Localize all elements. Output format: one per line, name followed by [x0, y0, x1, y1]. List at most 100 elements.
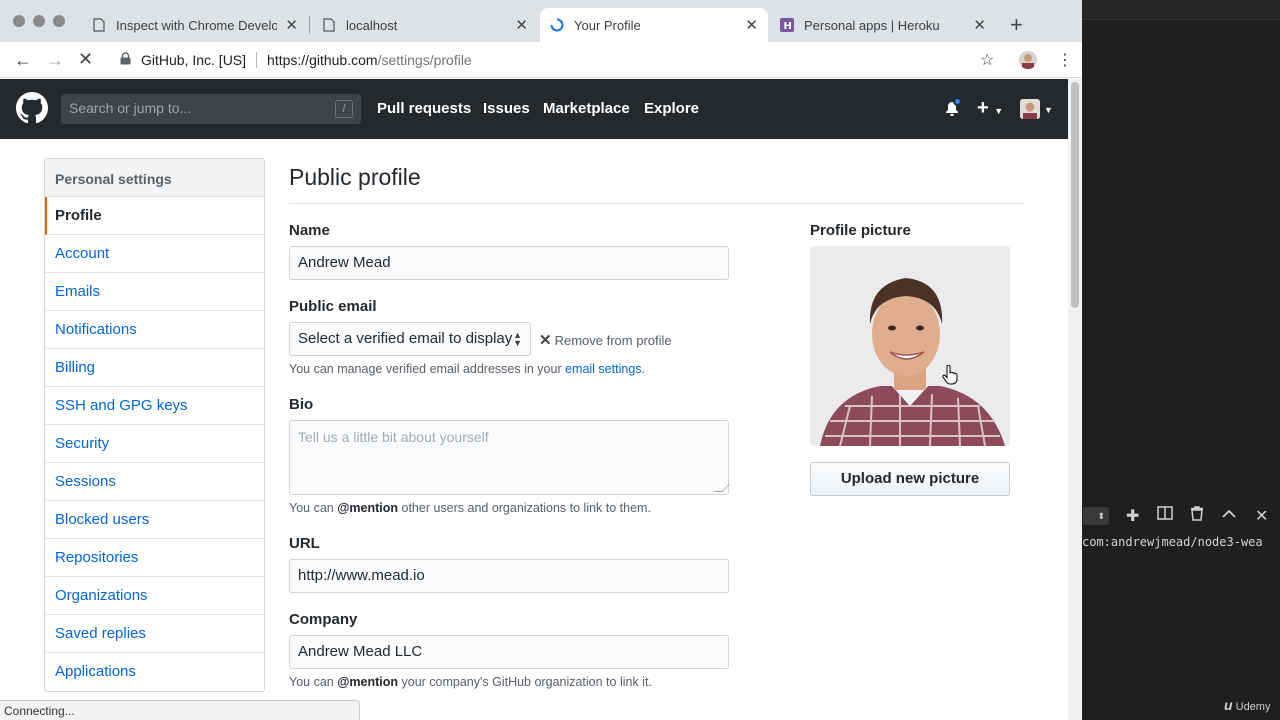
email-settings-link[interactable]: email settings — [565, 362, 641, 376]
tab-title: localhost — [346, 17, 398, 33]
menu-item-saved-replies[interactable]: Saved replies — [45, 615, 264, 653]
add-terminal-icon[interactable]: ✚ — [1126, 506, 1139, 526]
svg-text:H: H — [784, 21, 792, 32]
browser-profile-avatar[interactable] — [1019, 51, 1037, 69]
browser-toolbar: ← → ✕ GitHub, Inc. [US] https://github.c… — [0, 42, 1082, 78]
close-panel-icon[interactable]: ✕ — [1255, 506, 1268, 526]
bio-help-prefix: You can — [289, 501, 338, 515]
menu-item-applications[interactable]: Applications — [45, 653, 264, 691]
email-help-text: You can manage verified email addresses … — [289, 362, 645, 376]
profile-picture-label: Profile picture — [810, 222, 911, 239]
nav-issues[interactable]: Issues — [483, 100, 530, 117]
omnibox-divider — [256, 52, 258, 68]
page-icon — [322, 18, 336, 32]
remove-from-profile-label: Remove from profile — [554, 333, 672, 348]
name-label: Name — [289, 222, 330, 239]
forward-arrow-icon[interactable]: → — [46, 50, 64, 71]
chevron-up-icon[interactable] — [1222, 506, 1236, 524]
profile-form: Public profile — [289, 158, 1024, 204]
page-title: Public profile — [289, 158, 1024, 204]
company-help-suffix: your company's GitHub organization to li… — [398, 675, 652, 689]
nav-marketplace[interactable]: Marketplace — [543, 100, 630, 117]
public-email-selected-value: Select a verified email to display — [298, 330, 513, 347]
bio-placeholder: Tell us a little bit about yourself — [298, 429, 489, 445]
name-input[interactable]: Andrew Mead — [289, 246, 729, 280]
scrollbar-thumb[interactable] — [1071, 82, 1079, 308]
menu-item-emails[interactable]: Emails — [45, 273, 264, 311]
email-help-suffix: . — [641, 362, 646, 376]
remove-from-profile-button[interactable]: ✕ Remove from profile — [539, 331, 672, 349]
resize-handle-icon[interactable] — [714, 484, 730, 492]
public-email-select[interactable]: Select a verified email to display ▲ ▼ — [289, 322, 531, 356]
heroku-icon: H — [780, 18, 794, 32]
url-input[interactable]: http://www.mead.io — [289, 559, 729, 593]
tab-divider — [309, 16, 310, 34]
tab-title: Personal apps | Heroku — [804, 17, 940, 33]
close-tab-icon[interactable]: ✕ — [285, 16, 298, 34]
new-tab-button[interactable]: + — [1010, 12, 1023, 38]
tab-title: Inspect with Chrome Develop — [116, 17, 278, 33]
menu-item-account[interactable]: Account — [45, 235, 264, 273]
public-email-label: Public email — [289, 298, 377, 315]
tab-bar: Inspect with Chrome Develop ✕ localhost … — [0, 0, 1082, 42]
tab-your-profile[interactable]: Your Profile ✕ — [540, 8, 768, 42]
menu-item-organizations[interactable]: Organizations — [45, 577, 264, 615]
terminal-title-bar — [1082, 0, 1280, 20]
url-label: URL — [289, 535, 320, 552]
github-logo-icon[interactable] — [16, 92, 48, 124]
close-tab-icon[interactable]: ✕ — [745, 16, 758, 34]
udemy-logo-icon: u — [1224, 697, 1233, 713]
menu-item-ssh-gpg-keys[interactable]: SSH and GPG keys — [45, 387, 264, 425]
browser-menu-icon[interactable]: ⋮ — [1057, 50, 1073, 70]
bookmark-star-icon[interactable]: ☆ — [980, 50, 994, 70]
tab-inspect[interactable]: Inspect with Chrome Develop ✕ — [82, 8, 308, 42]
tab-title: Your Profile — [574, 17, 641, 33]
company-help-prefix: You can — [289, 675, 338, 689]
close-window-button[interactable] — [13, 15, 25, 27]
avatar-caret-down-icon[interactable]: ▼ — [1044, 105, 1053, 115]
minimize-window-button[interactable] — [33, 15, 45, 27]
address-bar[interactable]: GitHub, Inc. [US] https://github.com/set… — [108, 46, 1008, 74]
lock-icon — [120, 52, 131, 68]
back-arrow-icon[interactable]: ← — [14, 50, 32, 71]
zoom-window-button[interactable] — [53, 15, 65, 27]
status-bar: Connecting... — [0, 700, 360, 720]
loading-spinner-icon — [550, 18, 564, 32]
bio-label: Bio — [289, 396, 314, 413]
tab-localhost[interactable]: localhost ✕ — [312, 8, 538, 42]
profile-picture — [810, 246, 1010, 446]
settings-menu: Personal settings Profile Account Emails… — [44, 158, 265, 692]
split-terminal-icon[interactable] — [1157, 506, 1173, 525]
github-search-input[interactable]: Search or jump to... / — [61, 94, 361, 124]
trash-icon[interactable] — [1190, 506, 1204, 526]
nav-pull-requests[interactable]: Pull requests — [377, 100, 471, 117]
terminal-shell-select[interactable]: ⬍ — [1083, 507, 1109, 525]
menu-item-blocked-users[interactable]: Blocked users — [45, 501, 264, 539]
upload-picture-button[interactable]: Upload new picture — [810, 462, 1010, 496]
user-avatar[interactable] — [1020, 99, 1040, 119]
menu-item-repositories[interactable]: Repositories — [45, 539, 264, 577]
tab-heroku[interactable]: H Personal apps | Heroku ✕ — [770, 8, 996, 42]
udemy-watermark: u Udemy — [1224, 697, 1270, 713]
menu-item-profile[interactable]: Profile — [45, 197, 264, 235]
nav-explore[interactable]: Explore — [644, 100, 699, 117]
menu-item-security[interactable]: Security — [45, 425, 264, 463]
site-identity: GitHub, Inc. [US] — [141, 52, 247, 68]
bio-help-mention: @mention — [337, 501, 399, 515]
stop-loading-icon[interactable]: ✕ — [78, 49, 93, 70]
bio-textarea[interactable]: Tell us a little bit about yourself — [289, 420, 730, 495]
create-new-dropdown[interactable]: + ▼ — [977, 97, 1003, 120]
menu-item-billing[interactable]: Billing — [45, 349, 264, 387]
bio-help-text: You can @mention other users and organiz… — [289, 501, 651, 515]
search-placeholder: Search or jump to... — [69, 100, 192, 116]
terminal-panel — [1082, 0, 1280, 720]
url-host: https://github.com — [267, 52, 378, 68]
select-arrows-icon: ▲ ▼ — [513, 330, 522, 348]
menu-item-notifications[interactable]: Notifications — [45, 311, 264, 349]
close-tab-icon[interactable]: ✕ — [515, 16, 528, 34]
hand-cursor-icon — [942, 365, 958, 385]
close-tab-icon[interactable]: ✕ — [973, 16, 986, 34]
menu-item-sessions[interactable]: Sessions — [45, 463, 264, 501]
company-input[interactable]: Andrew Mead LLC — [289, 635, 729, 669]
plus-icon: + — [977, 97, 989, 119]
